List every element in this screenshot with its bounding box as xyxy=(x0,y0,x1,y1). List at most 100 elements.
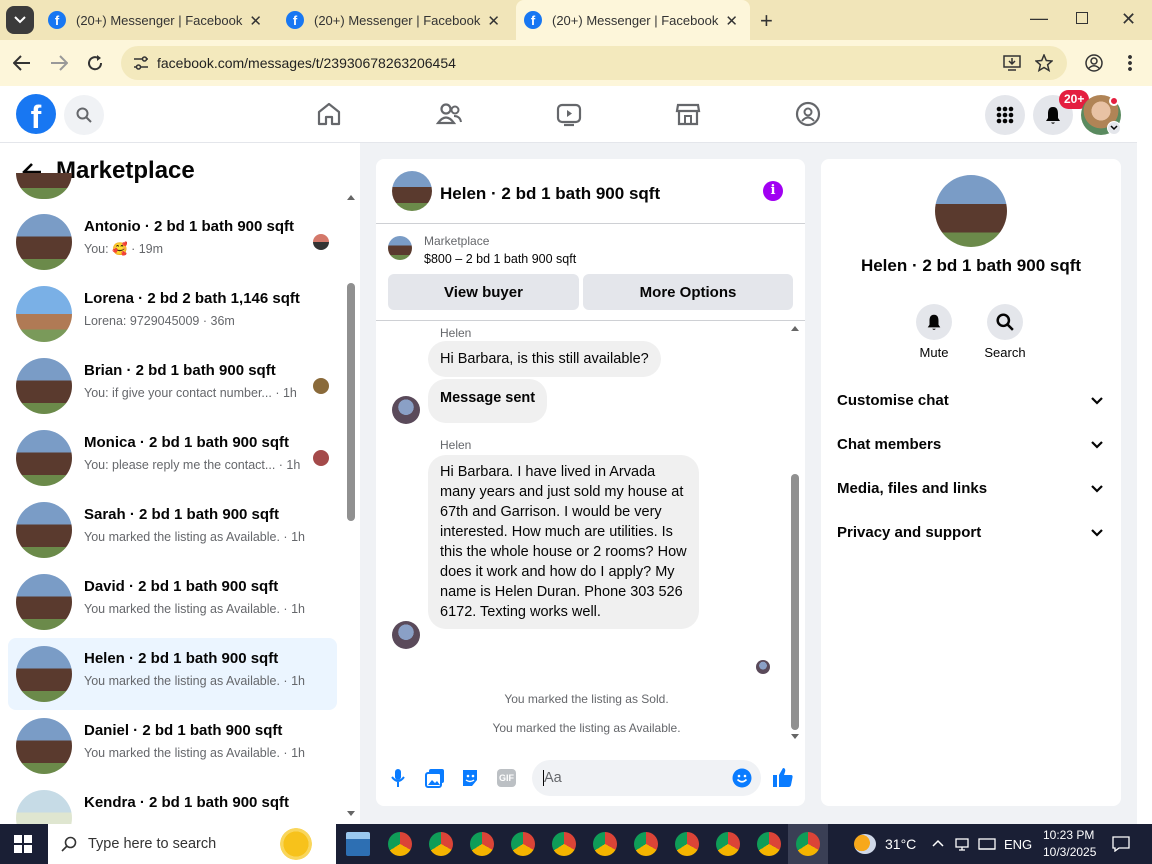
notification-center-icon[interactable] xyxy=(1112,836,1130,852)
windows-start-icon[interactable] xyxy=(14,835,32,853)
photo-icon[interactable] xyxy=(425,768,445,788)
file-explorer-icon[interactable] xyxy=(346,832,370,856)
conversation-item[interactable]: David · 2 bd 1 bath 900 sqft You marked … xyxy=(8,566,337,638)
chrome-icon[interactable] xyxy=(757,832,781,856)
facebook-icon: f xyxy=(524,11,542,29)
language-indicator[interactable]: ENG xyxy=(1004,837,1032,852)
volume-icon[interactable] xyxy=(978,836,996,852)
minimize-button[interactable]: — xyxy=(1030,8,1048,29)
message-bubble[interactable]: Message sent xyxy=(428,379,548,423)
scroll-up-arrow[interactable] xyxy=(347,195,355,200)
browser-tab-2[interactable]: f (20+) Messenger | Facebook ✕ xyxy=(278,0,512,40)
conversation-snippet: Lorena: 9729045009 · 36m xyxy=(84,314,235,328)
forward-icon[interactable] xyxy=(50,55,68,71)
customise-chat-section[interactable]: Customise chat xyxy=(837,392,1107,409)
close-tab-icon[interactable]: ✕ xyxy=(249,12,262,30)
browser-menu-icon[interactable] xyxy=(1128,54,1132,72)
conversation-item[interactable]: Antonio · 2 bd 1 bath 900 sqft You: 🥰 · … xyxy=(8,206,337,278)
media-files-links-section[interactable]: Media, files and links xyxy=(837,480,1107,497)
conversation-item[interactable]: Lorena · 2 bd 2 bath 1,146 sqft Lorena: … xyxy=(8,278,337,350)
watch-icon[interactable] xyxy=(555,100,583,128)
tab-search-button[interactable] xyxy=(6,6,34,34)
scrollbar-thumb[interactable] xyxy=(791,474,799,730)
message-bubble[interactable]: Hi Barbara, is this still available? xyxy=(428,341,661,377)
bookmark-star-icon[interactable] xyxy=(1035,54,1053,72)
chrome-icon[interactable] xyxy=(511,832,535,856)
chrome-icon[interactable] xyxy=(552,832,576,856)
conversation-item[interactable]: Kendra · 2 bd 1 bath 900 sqft xyxy=(8,782,337,824)
chrome-icon[interactable] xyxy=(675,832,699,856)
gif-icon[interactable]: GIF xyxy=(497,769,516,787)
new-tab-button[interactable]: + xyxy=(760,8,773,34)
close-window-button[interactable]: ✕ xyxy=(1121,9,1136,30)
message-input[interactable]: Aa xyxy=(532,760,761,796)
listing-thumbnail[interactable] xyxy=(388,236,412,260)
facebook-logo[interactable]: f xyxy=(16,94,56,134)
chrome-icon[interactable] xyxy=(634,832,658,856)
info-avatar[interactable] xyxy=(935,175,1007,247)
chat-members-section[interactable]: Chat members xyxy=(837,436,1107,453)
facebook-icon: f xyxy=(286,11,304,29)
install-app-icon[interactable] xyxy=(1003,55,1021,71)
chevron-up-icon[interactable] xyxy=(932,839,944,847)
chrome-icon[interactable] xyxy=(716,832,740,856)
taskbar-search-box[interactable]: Type here to search xyxy=(48,824,336,864)
menu-button[interactable] xyxy=(985,95,1025,135)
section-label: Customise chat xyxy=(837,392,949,409)
page-scrollbar[interactable] xyxy=(1137,86,1152,824)
listing-avatar xyxy=(16,214,72,270)
listing-price[interactable]: $800 – 2 bd 1 bath 900 sqft xyxy=(424,252,576,266)
emoji-icon[interactable] xyxy=(732,768,752,788)
privacy-support-section[interactable]: Privacy and support xyxy=(837,524,1107,541)
account-chevron[interactable] xyxy=(1107,121,1121,135)
browser-tab-3[interactable]: f (20+) Messenger | Facebook ✕ xyxy=(516,0,750,40)
browser-tab-1[interactable]: f (20+) Messenger | Facebook ✕ xyxy=(40,0,274,40)
view-buyer-button[interactable]: View buyer xyxy=(388,274,579,310)
chat-avatar[interactable] xyxy=(392,171,432,211)
weather-icon[interactable] xyxy=(854,834,876,854)
conversation-item-selected[interactable]: Helen · 2 bd 1 bath 900 sqft You marked … xyxy=(8,638,337,710)
chrome-icon[interactable] xyxy=(796,832,820,856)
clock-date[interactable]: 10/3/2025 xyxy=(1043,845,1096,859)
chrome-icon[interactable] xyxy=(388,832,412,856)
network-icon[interactable] xyxy=(954,836,970,852)
scroll-down-arrow[interactable] xyxy=(791,734,799,739)
clock-time[interactable]: 10:23 PM xyxy=(1043,828,1094,842)
close-tab-icon[interactable]: ✕ xyxy=(725,12,738,30)
more-options-button[interactable]: More Options xyxy=(583,274,793,310)
friends-icon[interactable] xyxy=(435,100,463,128)
conversation-item[interactable]: Daniel · 2 bd 1 bath 900 sqft You marked… xyxy=(8,710,337,782)
conversation-item[interactable]: Monica · 2 bd 1 bath 900 sqft You: pleas… xyxy=(8,422,337,494)
microphone-icon[interactable] xyxy=(390,768,406,788)
home-icon[interactable] xyxy=(315,100,343,128)
scroll-down-arrow[interactable] xyxy=(347,811,355,816)
site-settings-icon[interactable] xyxy=(133,56,149,70)
maximize-button[interactable] xyxy=(1076,12,1088,24)
chrome-icon[interactable] xyxy=(429,832,453,856)
search-chat-button[interactable] xyxy=(987,304,1023,340)
chrome-icon[interactable] xyxy=(593,832,617,856)
info-button[interactable]: i xyxy=(763,181,783,201)
close-tab-icon[interactable]: ✕ xyxy=(487,12,500,30)
conversation-title: Brian · 2 bd 1 bath 900 sqft xyxy=(84,362,276,379)
address-bar[interactable]: facebook.com/messages/t/2393067826320645… xyxy=(121,46,1067,80)
chat-title[interactable]: Helen · 2 bd 1 bath 900 sqft xyxy=(440,184,660,204)
conversation-title: Lorena · 2 bd 2 bath 1,146 sqft xyxy=(84,290,300,307)
chat-scrollbar[interactable] xyxy=(789,324,801,742)
chrome-icon[interactable] xyxy=(470,832,494,856)
sticker-icon[interactable] xyxy=(460,768,480,788)
mute-button[interactable] xyxy=(916,304,952,340)
conversation-item[interactable]: Sarah · 2 bd 1 bath 900 sqft You marked … xyxy=(8,494,337,566)
conversation-item[interactable]: Brian · 2 bd 1 bath 900 sqft You: if giv… xyxy=(8,350,337,422)
message-bubble[interactable]: Hi Barbara. I have lived in Arvada many … xyxy=(428,455,699,629)
profile-icon[interactable] xyxy=(1085,54,1103,72)
back-icon[interactable] xyxy=(13,55,31,71)
search-button[interactable] xyxy=(64,95,104,135)
scrollbar-thumb[interactable] xyxy=(347,283,355,521)
scroll-up-arrow[interactable] xyxy=(791,326,799,331)
reload-icon[interactable] xyxy=(86,54,104,72)
sidebar-scrollbar[interactable] xyxy=(345,193,357,818)
groups-icon[interactable] xyxy=(794,100,822,128)
marketplace-icon[interactable] xyxy=(674,100,702,128)
like-icon[interactable] xyxy=(772,766,794,788)
